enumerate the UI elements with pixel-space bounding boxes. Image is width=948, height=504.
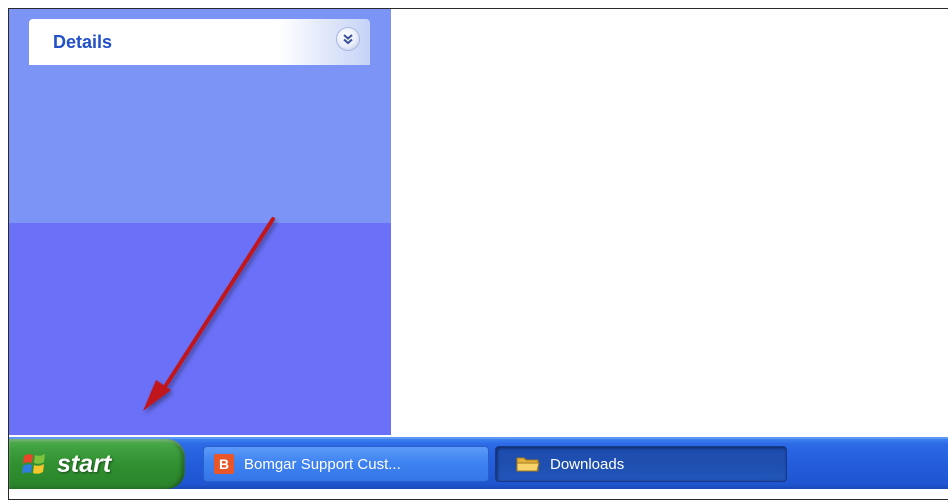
details-title: Details [53, 32, 113, 52]
double-chevron-down-icon[interactable] [336, 27, 360, 51]
taskbar-item-bomgar[interactable]: B Bomgar Support Cust... [203, 446, 489, 482]
taskbar-item-downloads[interactable]: Downloads [495, 446, 787, 482]
windows-flag-icon [21, 451, 49, 477]
bomgar-b-icon: B [214, 454, 234, 474]
task-pane-lower [9, 223, 391, 435]
folder-content-area[interactable] [391, 9, 948, 435]
taskbar-item-label: Downloads [550, 455, 625, 473]
windows-taskbar: start B Bomgar Support Cust... Downloads [9, 437, 948, 489]
explorer-task-pane: Details [9, 9, 391, 435]
start-button[interactable]: start [9, 439, 185, 489]
details-panel-header[interactable]: Details [29, 19, 370, 65]
taskbar-item-label: Bomgar Support Cust... [244, 455, 401, 473]
start-label: start [57, 449, 112, 478]
screenshot-frame: Details start B Bomgar Support Cust... D… [8, 8, 948, 500]
folder-icon [516, 455, 540, 473]
